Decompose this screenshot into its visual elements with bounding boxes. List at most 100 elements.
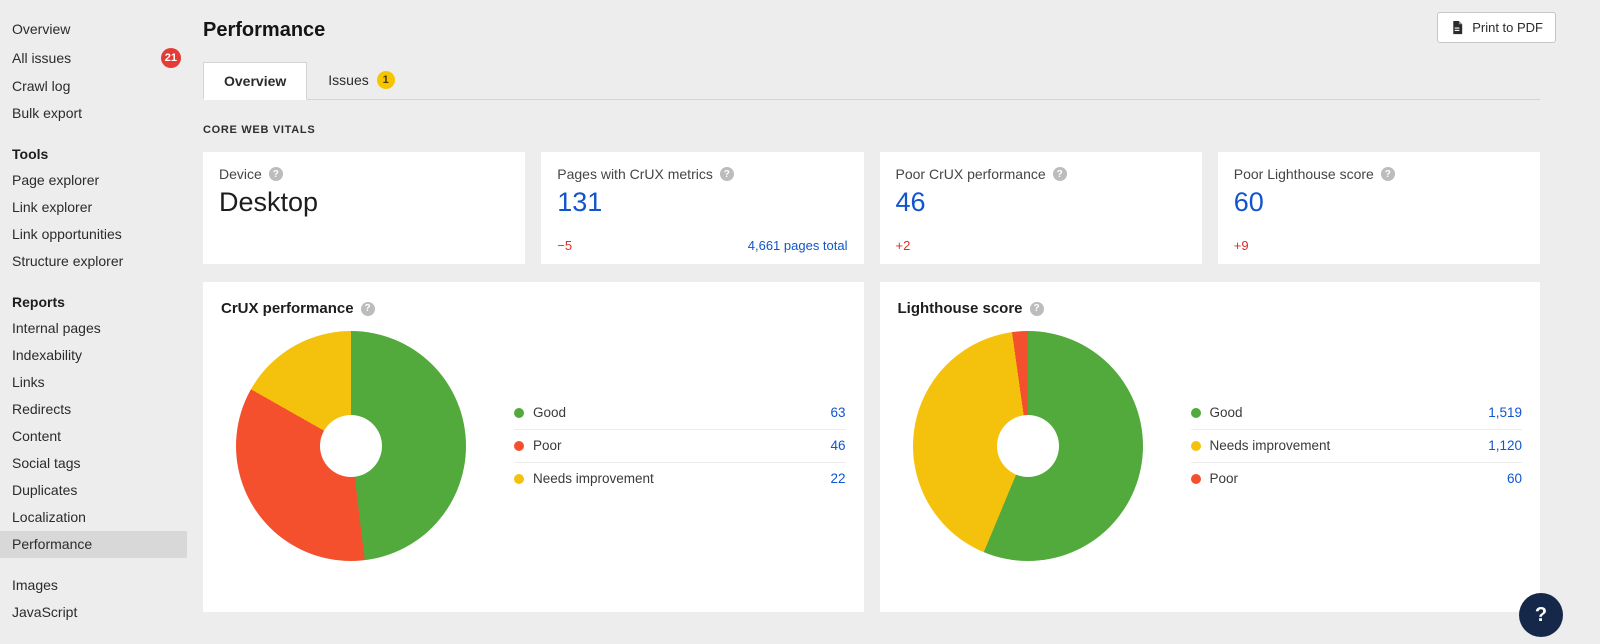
sidebar-item-performance[interactable]: Performance [0,531,187,558]
stat-card-poor-crux-performance: Poor CrUX performance? 46 +2 [880,152,1202,264]
tab-overview[interactable]: Overview [203,62,307,100]
stat-card-title-label: Poor Lighthouse score [1234,166,1374,182]
donut-chart-crux-performance[interactable] [236,331,466,561]
app-window: Overview All issues 21 Crawl log Bulk export… [0,0,1600,644]
sidebar: Overview All issues 21 Crawl log Bulk export… [0,0,187,644]
help-tooltip-icon[interactable]: ? [720,167,734,181]
page-title: Performance [203,19,325,42]
stat-card-title-label: Poor CrUX performance [896,166,1046,182]
stat-card-title-label: Device [219,166,262,182]
sidebar-item-redirects[interactable]: Redirects [0,396,187,423]
tab-label: Overview [224,73,286,89]
sidebar-item-label: Redirects [12,401,71,418]
sidebar-item-label: Page explorer [12,172,99,189]
legend-row-good[interactable]: Good63 [514,397,846,430]
sidebar-item-label: Links [12,374,45,391]
stat-card-delta: +9 [1234,238,1249,253]
sidebar-item-crawl-log[interactable]: Crawl log [0,73,187,100]
sidebar-item-overview[interactable]: Overview [0,16,187,43]
help-button[interactable]: ? [1519,593,1563,637]
sidebar-item-label: JavaScript [12,604,77,621]
legend-row-poor[interactable]: Poor46 [514,430,846,463]
sidebar-item-link-explorer[interactable]: Link explorer [0,194,187,221]
stat-card-value: 46 [896,187,1186,218]
legend-label: Needs improvement [1210,438,1331,453]
legend-dot-icon [514,474,524,484]
chart-legend: Good1,519Needs improvement1,120Poor60 [1191,397,1523,495]
main-content: Performance Print to PDF Overview Issues 1… [187,0,1600,644]
legend-value: 63 [830,405,845,420]
issue-count-badge: 21 [161,48,181,68]
sidebar-group: Images JavaScript [0,572,187,626]
sidebar-item-label: Duplicates [12,482,77,499]
pages-total-link[interactable]: 4,661 pages total [748,238,848,253]
donut-chart-lighthouse-score[interactable] [913,331,1143,561]
sidebar-item-link-opportunities[interactable]: Link opportunities [0,221,187,248]
sidebar-item-images[interactable]: Images [0,572,187,599]
sidebar-item-bulk-export[interactable]: Bulk export [0,100,187,127]
sidebar-item-label: Overview [12,21,70,38]
sidebar-item-content[interactable]: Content [0,423,187,450]
stat-card-delta: +2 [896,238,911,253]
stat-card-title: Poor Lighthouse score? [1234,166,1524,182]
sidebar-item-page-explorer[interactable]: Page explorer [0,167,187,194]
sidebar-group: Overview All issues 21 Crawl log Bulk export [0,16,187,127]
legend-dot-icon [1191,408,1201,418]
sidebar-item-links[interactable]: Links [0,369,187,396]
sidebar-item-localization[interactable]: Localization [0,504,187,531]
help-tooltip-icon[interactable]: ? [1053,167,1067,181]
print-to-pdf-label: Print to PDF [1472,20,1543,35]
pdf-file-icon [1450,20,1465,35]
sidebar-item-label: Indexability [12,347,82,364]
stat-card-delta: −5 [557,238,572,253]
sidebar-item-label: Structure explorer [12,253,123,270]
chart-title: Lighthouse score? [898,300,1523,317]
stat-card-footer: +9 [1234,238,1524,253]
sidebar-item-structure-explorer[interactable]: Structure explorer [0,248,187,275]
help-tooltip-icon[interactable]: ? [269,167,283,181]
sidebar-item-social-tags[interactable]: Social tags [0,450,187,477]
sidebar-item-label: Images [12,577,58,594]
tab-label: Issues [328,72,368,88]
legend-row-needs-improvement[interactable]: Needs improvement22 [514,463,846,495]
stat-card-footer: −5 4,661 pages total [557,238,847,253]
sidebar-item-javascript[interactable]: JavaScript [0,599,187,626]
help-tooltip-icon[interactable]: ? [1030,302,1044,316]
stat-card-title: Device? [219,166,509,182]
sidebar-item-all-issues[interactable]: All issues 21 [0,43,187,73]
stat-card-device: Device? Desktop [203,152,525,264]
chart-body: Good1,519Needs improvement1,120Poor60 [898,331,1523,561]
stat-card-title: Poor CrUX performance? [896,166,1186,182]
sidebar-item-internal-pages[interactable]: Internal pages [0,315,187,342]
chart-title-label: CrUX performance [221,300,354,317]
stat-card-value: 131 [557,187,847,218]
chart-legend: Good63Poor46Needs improvement22 [514,397,846,495]
sidebar-item-duplicates[interactable]: Duplicates [0,477,187,504]
core-web-vitals-label: CORE WEB VITALS [203,124,1540,136]
sidebar-item-label: All issues [12,50,71,67]
page-header: Performance [203,14,1540,46]
chart-title: CrUX performance? [221,300,846,317]
sidebar-item-label: Bulk export [12,105,82,122]
legend-row-poor[interactable]: Poor60 [1191,463,1523,495]
help-tooltip-icon[interactable]: ? [361,302,375,316]
chart-body: Good63Poor46Needs improvement22 [221,331,846,561]
legend-row-needs-improvement[interactable]: Needs improvement1,120 [1191,430,1523,463]
stat-card-row: Device?DesktopPages with CrUX metrics?13… [203,152,1540,264]
stat-card-pages-with-crux-metrics: Pages with CrUX metrics?131−54,661 pages… [541,152,863,264]
legend-row-good[interactable]: Good1,519 [1191,397,1523,430]
legend-dot-icon [514,408,524,418]
chart-card-lighthouse-score: Lighthouse score?Good1,519Needs improvem… [880,282,1541,612]
sidebar-item-indexability[interactable]: Indexability [0,342,187,369]
legend-label: Poor [1210,471,1239,486]
tab-issues[interactable]: Issues 1 [307,60,415,100]
sidebar-item-label: Link opportunities [12,226,122,243]
tab-issues-badge: 1 [377,71,395,89]
print-to-pdf-button[interactable]: Print to PDF [1437,12,1556,43]
stat-card-poor-lighthouse-score: Poor Lighthouse score? 60 +9 [1218,152,1540,264]
stat-card-value: 60 [1234,187,1524,218]
help-tooltip-icon[interactable]: ? [1381,167,1395,181]
sidebar-item-label: Crawl log [12,78,70,95]
chart-card-crux-performance: CrUX performance? Good63Poor46Needs impro… [203,282,864,612]
stat-card-value: Desktop [219,187,509,218]
